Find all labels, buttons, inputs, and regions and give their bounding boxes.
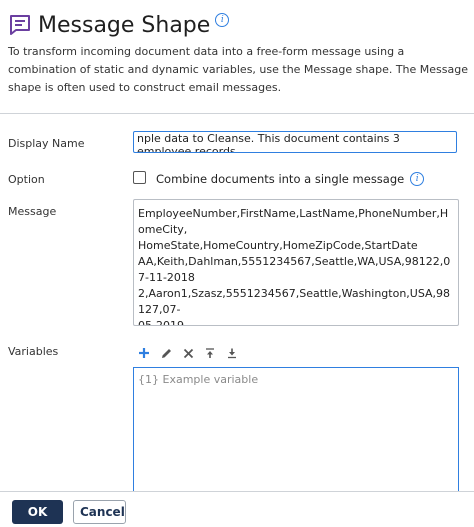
- edit-icon[interactable]: [159, 346, 173, 360]
- info-icon[interactable]: i: [410, 172, 425, 186]
- delete-icon[interactable]: [181, 346, 195, 360]
- variables-toolbar: [137, 345, 239, 361]
- display-name-input[interactable]: nple data to Cleanse. This document cont…: [133, 131, 457, 153]
- variables-list[interactable]: {1} Example variable: [133, 367, 459, 492]
- variables-label: Variables: [8, 345, 59, 358]
- dialog-header: Message Shape i To transform incoming do…: [0, 0, 474, 114]
- combine-documents-checkbox[interactable]: [133, 171, 146, 184]
- combine-documents-label: Combine documents into a single message: [156, 172, 405, 186]
- combine-documents-option[interactable]: Combine documents into a single message …: [156, 172, 425, 186]
- display-name-label: Display Name: [8, 137, 85, 150]
- shape-description: To transform incoming document data into…: [8, 45, 468, 94]
- dialog-footer: OK Cancel: [0, 491, 474, 527]
- cancel-button[interactable]: Cancel: [73, 500, 126, 524]
- move-down-icon[interactable]: [225, 346, 239, 360]
- display-name-value: nple data to Cleanse. This document cont…: [137, 132, 400, 153]
- message-shape-dialog: Message Shape i To transform incoming do…: [0, 0, 474, 527]
- ok-button[interactable]: OK: [12, 500, 63, 524]
- message-label: Message: [8, 205, 57, 218]
- add-icon[interactable]: [137, 346, 151, 360]
- option-label: Option: [8, 173, 45, 186]
- variables-placeholder: {1} Example variable: [138, 373, 259, 386]
- page-title: Message Shape: [38, 12, 211, 38]
- message-shape-icon: [8, 13, 32, 37]
- info-icon[interactable]: i: [215, 13, 230, 27]
- title-row: Message Shape i: [8, 10, 230, 40]
- message-textarea[interactable]: EmployeeNumber,FirstName,LastName,PhoneN…: [133, 199, 459, 326]
- move-up-icon[interactable]: [203, 346, 217, 360]
